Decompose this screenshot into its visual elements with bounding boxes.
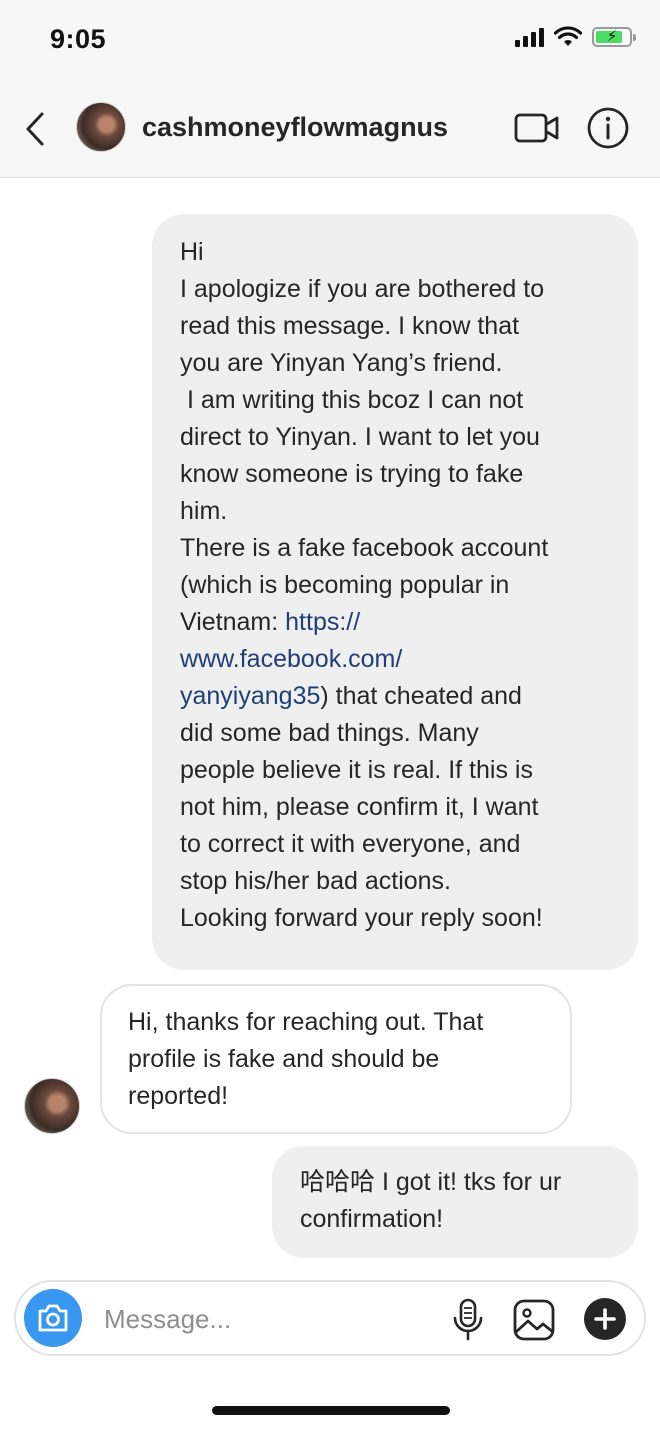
sender-avatar[interactable]	[24, 1078, 80, 1134]
chevron-left-icon	[26, 112, 44, 146]
message-line: read this message. I know that	[180, 312, 520, 340]
more-options-button[interactable]	[584, 1298, 626, 1340]
message-line: Vietnam: https://	[180, 604, 614, 641]
status-time: 9:05	[50, 24, 107, 54]
back-button[interactable]	[16, 106, 56, 152]
message-line: you are Yinyan Yang’s friend.	[180, 349, 503, 377]
status-icons: ⚡	[515, 26, 636, 48]
signal-icon	[515, 27, 544, 47]
message-text: Vietnam:	[180, 608, 286, 636]
username[interactable]: cashmoneyflowmagnus	[142, 112, 448, 143]
message-line: profile is fake and should be	[128, 1045, 440, 1073]
sent-message[interactable]: 哈哈哈 I got it! tks for ur confirmation!	[272, 1146, 638, 1258]
message-line: Hi, thanks for reaching out. That	[128, 1008, 484, 1036]
plus-icon	[594, 1308, 616, 1330]
wifi-icon	[554, 26, 582, 46]
home-indicator[interactable]	[212, 1406, 450, 1415]
message-line: to correct it with everyone, and	[180, 830, 521, 858]
message-line: I am writing this bcoz I can not	[180, 386, 524, 414]
facebook-link[interactable]: yanyiyang35	[180, 682, 320, 710]
gallery-icon	[513, 1299, 555, 1341]
video-call-icon	[514, 113, 559, 143]
battery-charging-icon: ⚡	[592, 27, 636, 47]
message-composer	[14, 1280, 646, 1356]
status-bar: 9:05 ⚡	[0, 0, 660, 80]
message-line: direct to Yinyan. I want to let you	[180, 423, 540, 451]
message-line: 哈哈哈 I got it! tks for ur	[300, 1168, 562, 1196]
video-call-button[interactable]	[514, 110, 560, 146]
profile-avatar[interactable]	[76, 102, 126, 152]
info-icon	[587, 107, 629, 149]
received-message[interactable]: Hi, thanks for reaching out. That profil…	[100, 984, 572, 1134]
message-text: ) that cheated and	[320, 682, 522, 710]
microphone-icon	[453, 1298, 483, 1341]
info-button[interactable]	[586, 106, 630, 150]
message-line: people believe it is real. If this is	[180, 756, 533, 784]
sent-message[interactable]: Hi I apologize if you are bothered to re…	[152, 214, 638, 970]
facebook-link[interactable]: https://	[285, 608, 360, 636]
message-line: reported!	[128, 1082, 229, 1110]
message-line: I apologize if you are bothered to	[180, 275, 545, 303]
camera-icon	[38, 1304, 68, 1332]
microphone-button[interactable]	[450, 1298, 486, 1342]
message-line: (which is becoming popular in	[180, 571, 510, 599]
message-line: know someone is trying to fake	[180, 460, 524, 488]
message-line: did some bad things. Many	[180, 719, 479, 747]
message-line: Hi	[180, 238, 204, 266]
message-line: him.	[180, 497, 228, 525]
camera-button[interactable]	[24, 1289, 82, 1347]
message-line: stop his/her bad actions.	[180, 867, 451, 895]
message-input[interactable]	[104, 1300, 424, 1338]
message-line: There is a fake facebook account	[180, 534, 549, 562]
message-line: not him, please confirm it, I want	[180, 793, 539, 821]
message-line: Looking forward your reply soon!	[180, 904, 543, 932]
message-line: confirmation!	[300, 1205, 444, 1233]
gallery-button[interactable]	[512, 1298, 556, 1342]
conversation-header: cashmoneyflowmagnus	[0, 80, 660, 178]
facebook-link[interactable]: www.facebook.com/	[180, 641, 614, 678]
message-line: yanyiyang35) that cheated and	[180, 678, 614, 715]
